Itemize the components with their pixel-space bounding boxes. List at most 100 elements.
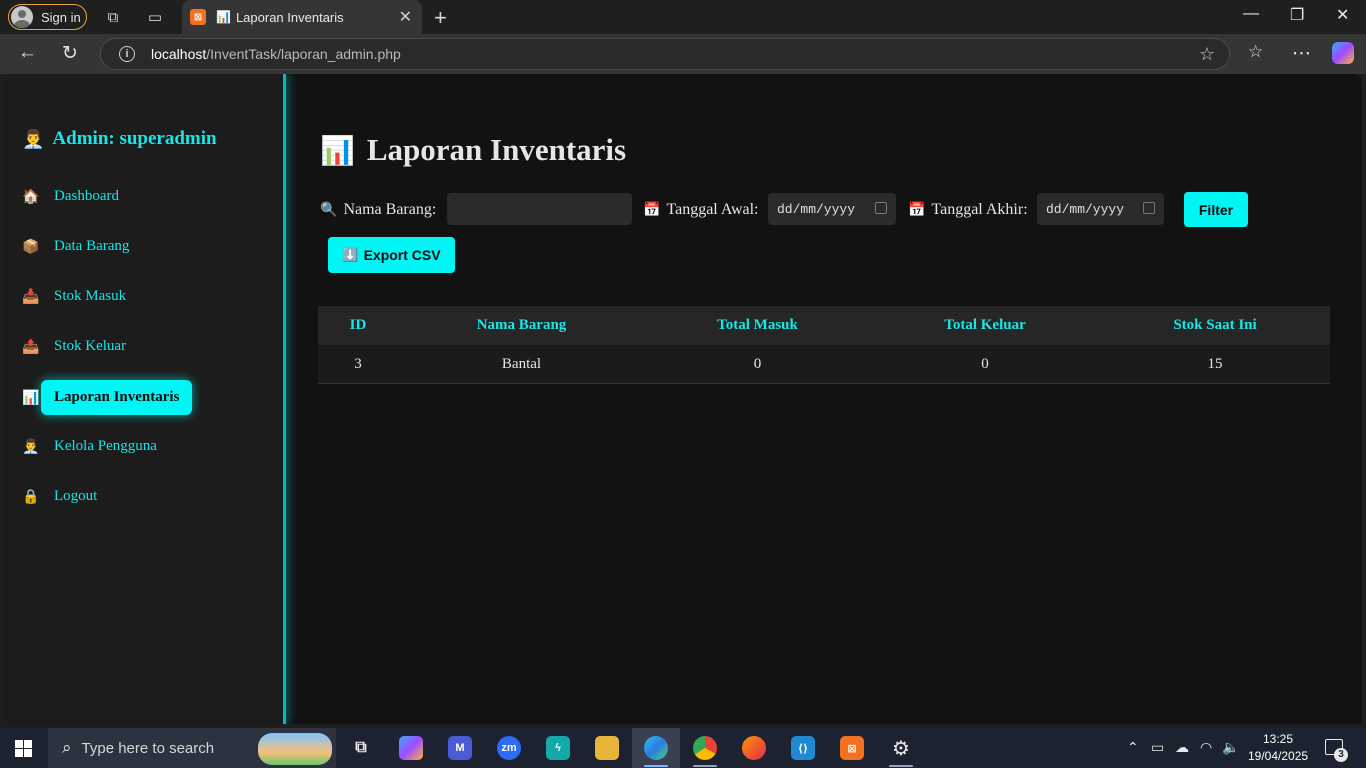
app-icon-bolt[interactable]: ϟ bbox=[546, 736, 570, 760]
tab-title: Laporan Inventaris bbox=[235, 9, 344, 25]
favorite-star-icon[interactable]: ☆ bbox=[1199, 44, 1215, 65]
nama-barang-input[interactable] bbox=[447, 193, 632, 225]
cell-stok-saat-ini: 15 bbox=[1207, 355, 1223, 372]
network-icon[interactable]: ☁ bbox=[1175, 739, 1189, 756]
sidebar: 👨‍💼 Admin: superadmin 🏠 Dashboard 📦 Data… bbox=[4, 74, 286, 724]
chart-favicon-icon: 📊 bbox=[216, 10, 231, 24]
taskbar: ⌕ Type here to search ⧉ M zm ϟ ⟨⟩ ⊠ ⚙ ⌃ … bbox=[0, 728, 1366, 768]
admin-user-icon: 👨‍💼 bbox=[22, 128, 45, 149]
search-highlight-image bbox=[258, 733, 332, 765]
url-path: /InventTask/laporan_admin.php bbox=[206, 46, 401, 62]
tanggal-awal-value: dd/mm/yyyy bbox=[777, 201, 856, 217]
app-indicator bbox=[693, 765, 717, 767]
page-viewport: 👨‍💼 Admin: superadmin 🏠 Dashboard 📦 Data… bbox=[4, 74, 1362, 724]
taskbar-clock[interactable]: 13:25 19/04/2025 bbox=[1248, 731, 1308, 765]
settings-gear-icon[interactable]: ⚙ bbox=[889, 736, 913, 760]
sign-in-button[interactable]: Sign in bbox=[8, 4, 87, 30]
sidebar-item-logout[interactable]: 🔒 Logout bbox=[22, 488, 97, 505]
nama-barang-label: 🔍 Nama Barang: bbox=[320, 201, 436, 219]
header-nama-barang: Nama Barang bbox=[476, 317, 567, 333]
windows-start-icon[interactable] bbox=[15, 740, 32, 757]
tab-actions-icon[interactable]: ▭ bbox=[145, 7, 165, 27]
date-picker-icon[interactable] bbox=[1143, 202, 1155, 214]
sidebar-item-stok-masuk[interactable]: 📥 Stok Masuk bbox=[22, 288, 126, 305]
lock-icon: 🔒 bbox=[22, 488, 40, 504]
sidebar-item-label[interactable]: Dashboard bbox=[54, 188, 119, 205]
app-icon-m[interactable]: M bbox=[448, 736, 472, 760]
browser-tab-bar: Sign in ⧉ ▭ ⊠ 📊 Laporan Inventaris ✕ + —… bbox=[0, 0, 1366, 34]
header-stok-saat-ini: Stok Saat Ini bbox=[1173, 317, 1257, 333]
sidebar-item-label[interactable]: Logout bbox=[54, 488, 97, 505]
battery-icon[interactable]: ▭ bbox=[1151, 739, 1164, 756]
copilot-icon[interactable] bbox=[1332, 42, 1354, 64]
firefox-icon[interactable] bbox=[742, 736, 766, 760]
vscode-icon[interactable]: ⟨⟩ bbox=[791, 736, 815, 760]
volume-icon[interactable]: 🔈 bbox=[1222, 739, 1239, 756]
file-explorer-icon[interactable] bbox=[595, 736, 619, 760]
xampp-favicon-icon: ⊠ bbox=[190, 9, 206, 25]
tanggal-akhir-input[interactable]: dd/mm/yyyy bbox=[1037, 193, 1164, 225]
zoom-icon[interactable]: zm bbox=[497, 736, 521, 760]
minimize-icon[interactable]: — bbox=[1243, 5, 1259, 23]
table-row: 3 Bantal 0 0 15 bbox=[318, 345, 1330, 384]
sidebar-item-label[interactable]: Stok Keluar bbox=[54, 338, 126, 355]
calendar-icon: 📅 bbox=[643, 202, 661, 218]
laporan-table: ID Nama Barang Total Masuk Total Keluar … bbox=[318, 306, 1330, 384]
export-csv-label: Export CSV bbox=[363, 247, 441, 263]
profile-avatar-icon bbox=[11, 6, 33, 28]
restore-icon[interactable]: ❐ bbox=[1290, 5, 1304, 25]
home-icon: 🏠 bbox=[22, 188, 40, 204]
task-view-icon[interactable]: ⧉ bbox=[349, 736, 373, 760]
sidebar-item-label[interactable]: Kelola Pengguna bbox=[54, 438, 157, 455]
favorites-icon[interactable]: ☆ bbox=[1248, 42, 1263, 62]
clock-time: 13:25 bbox=[1262, 732, 1294, 746]
new-tab-icon[interactable]: + bbox=[434, 5, 447, 31]
tab-close-icon[interactable]: ✕ bbox=[399, 7, 412, 27]
site-info-icon[interactable]: i bbox=[119, 46, 135, 62]
date-picker-icon[interactable] bbox=[875, 202, 887, 214]
table-header-row: ID Nama Barang Total Masuk Total Keluar … bbox=[318, 306, 1330, 345]
sidebar-item-label[interactable]: Data Barang bbox=[54, 238, 129, 255]
cell-total-masuk: 0 bbox=[753, 355, 762, 372]
active-tab[interactable]: ⊠ 📊 Laporan Inventaris ✕ bbox=[182, 0, 422, 34]
chevron-up-icon[interactable]: ⌃ bbox=[1127, 739, 1139, 756]
more-menu-icon[interactable]: ⋯ bbox=[1292, 42, 1311, 65]
package-icon: 📦 bbox=[22, 238, 40, 254]
cell-id: 3 bbox=[354, 355, 362, 372]
page-title-text: Laporan Inventaris bbox=[366, 132, 627, 167]
sidebar-item-laporan-inventaris[interactable]: 📊 Laporan Inventaris bbox=[22, 380, 193, 415]
bar-chart-icon: 📊 bbox=[320, 134, 355, 166]
wifi-icon[interactable]: ◠ bbox=[1200, 739, 1212, 756]
workspaces-icon[interactable]: ⧉ bbox=[103, 7, 123, 27]
sidebar-item-label[interactable]: Stok Masuk bbox=[54, 288, 126, 305]
sidebar-item-dashboard[interactable]: 🏠 Dashboard bbox=[22, 188, 119, 205]
sign-in-label: Sign in bbox=[41, 9, 81, 25]
admin-header: 👨‍💼 Admin: superadmin bbox=[22, 128, 217, 150]
copilot-app-icon[interactable] bbox=[399, 736, 423, 760]
inbox-tray-icon: 📥 bbox=[22, 288, 40, 304]
window-close-icon[interactable]: ✕ bbox=[1336, 5, 1349, 25]
sidebar-item-data-barang[interactable]: 📦 Data Barang bbox=[22, 238, 129, 255]
download-icon: ⬇️ bbox=[342, 247, 359, 262]
cell-total-keluar: 0 bbox=[981, 355, 989, 372]
cell-nama-barang: Bantal bbox=[501, 355, 542, 372]
tanggal-awal-label-text: Tanggal Awal: bbox=[666, 201, 759, 218]
search-placeholder: Type here to search bbox=[81, 739, 215, 757]
header-total-keluar: Total Keluar bbox=[944, 317, 1026, 333]
bar-chart-icon: 📊 bbox=[22, 389, 40, 405]
sidebar-item-kelola-pengguna[interactable]: 👨‍💼 Kelola Pengguna bbox=[22, 438, 157, 455]
nama-barang-label-text: Nama Barang: bbox=[343, 201, 437, 218]
sidebar-item-stok-keluar[interactable]: 📤 Stok Keluar bbox=[22, 338, 126, 355]
xampp-icon[interactable]: ⊠ bbox=[840, 736, 864, 760]
tanggal-awal-input[interactable]: dd/mm/yyyy bbox=[768, 193, 896, 225]
back-arrow-icon[interactable]: ← bbox=[18, 42, 37, 64]
edge-icon[interactable] bbox=[644, 736, 668, 760]
header-total-masuk: Total Masuk bbox=[717, 317, 798, 333]
export-csv-button[interactable]: ⬇️ Export CSV bbox=[328, 237, 455, 273]
taskbar-search[interactable]: ⌕ Type here to search bbox=[48, 728, 336, 768]
address-bar[interactable]: i localhost/InventTask/laporan_admin.php… bbox=[100, 38, 1230, 70]
chrome-icon[interactable] bbox=[693, 736, 717, 760]
filter-button[interactable]: Filter bbox=[1184, 192, 1248, 227]
sidebar-item-label[interactable]: Laporan Inventaris bbox=[41, 380, 193, 415]
refresh-icon[interactable]: ↻ bbox=[62, 42, 78, 65]
